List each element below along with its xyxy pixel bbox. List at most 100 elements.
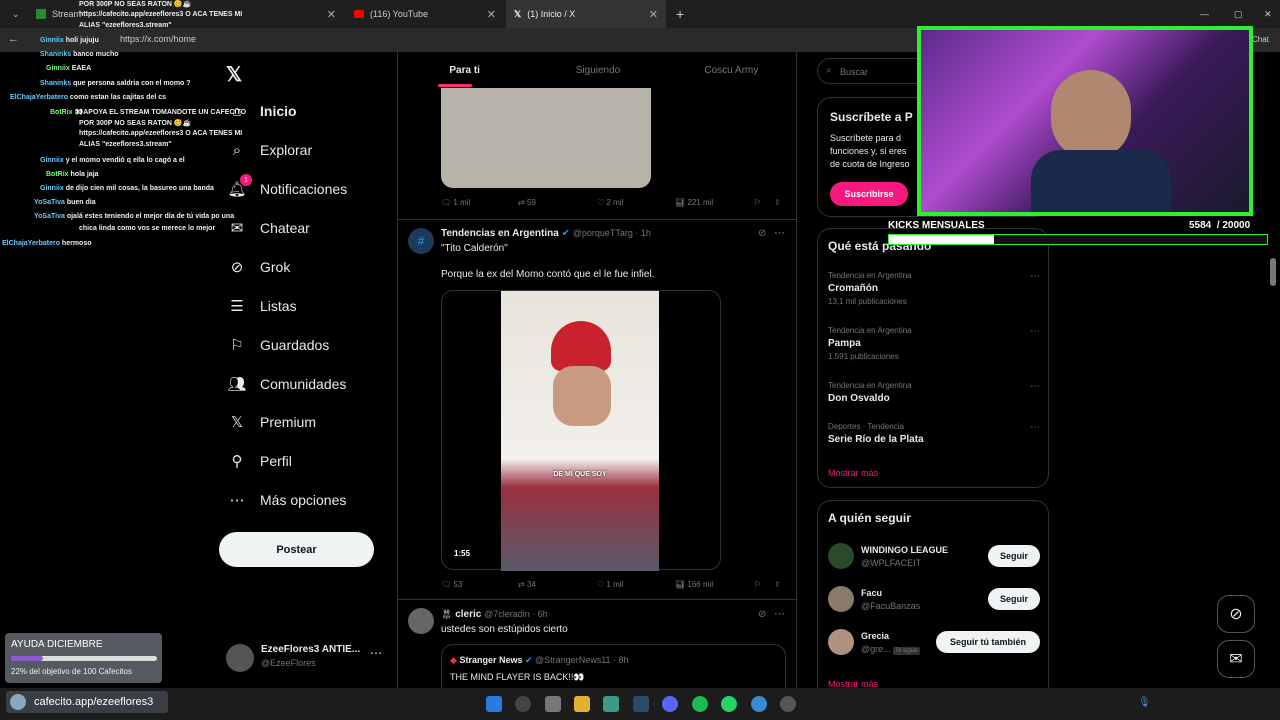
trend-item[interactable]: Tendencia en Argentina Pampa 1.591 publi… [828, 326, 1040, 361]
nav-item-comunidades[interactable]: 👥︎ Comunidades [227, 375, 346, 393]
microphone-icon[interactable]: 🎙︎ [1138, 697, 1151, 708]
trend-item[interactable]: Tendencia en Argentina Cromañón 13,1 mil… [828, 271, 1040, 306]
post-handle[interactable]: @7cleradin · 6h [484, 609, 548, 619]
spotify-icon[interactable] [692, 696, 708, 712]
chat-message: POR 300P NO SEAS RATON 😊☕ [79, 1, 192, 8]
search-icon[interactable] [515, 696, 531, 712]
repost-button[interactable]: ⇄ 34 [518, 580, 536, 589]
nav-item-premium[interactable]: 𝕏 Premium [228, 413, 316, 431]
chat-message: ALIAS "ezeeflores3.stream" [79, 141, 172, 148]
tab-x[interactable]: 𝕏 (1) Inicio / X ✕ [506, 0, 666, 28]
follow-button[interactable]: Seguir [988, 588, 1040, 610]
follow-handle: @gre... [861, 644, 891, 654]
nav-item-guardados[interactable]: ⚐ Guardados [228, 336, 329, 354]
nav-item-notificaciones[interactable]: 🔔︎ 1 Notificaciones [227, 174, 347, 198]
post-author[interactable]: Tendencias en Argentina [441, 228, 559, 239]
bookmark-icon[interactable]: ⚐ [754, 198, 761, 207]
window-close-button[interactable]: ✕ [1256, 0, 1276, 28]
like-button[interactable]: ♡ 1 mil [597, 580, 623, 589]
hashtag-avatar-icon[interactable]: # [408, 228, 434, 254]
nav-item-perfil[interactable]: ⚲ Perfil [228, 452, 292, 470]
close-icon[interactable]: ✕ [649, 8, 658, 21]
avatar[interactable] [408, 608, 434, 634]
grok-icon[interactable]: ⊘ [758, 609, 766, 620]
tab-youtube[interactable]: (116) YouTube ✕ [346, 0, 504, 28]
quoted-handle: @StrangerNews11 · 8h [535, 655, 629, 665]
share-icon[interactable]: ⇪ [774, 198, 781, 207]
close-icon[interactable]: ✕ [487, 8, 496, 21]
follow-button[interactable]: Seguir [988, 545, 1040, 567]
nav-item-mas-opciones[interactable]: ⋯ Más opciones [228, 491, 347, 509]
views-button[interactable]: 📊︎ 166 mil [675, 580, 713, 589]
repost-button[interactable]: ⇄ 59 [518, 198, 536, 207]
app-icon[interactable] [751, 696, 767, 712]
whatsapp-icon[interactable] [721, 696, 737, 712]
subscribe-button[interactable]: Suscribirse [830, 182, 908, 206]
goal-title: AYUDA DICIEMBRE [11, 639, 103, 650]
follow-item[interactable]: Grecia @gre... Te sigue Seguir tú tambié… [828, 629, 1040, 659]
close-icon[interactable]: ✕ [327, 8, 336, 21]
views-button[interactable]: 📊︎ 221 mil [675, 198, 713, 207]
more-icon[interactable]: ⋯ [774, 607, 785, 620]
post-video[interactable]: DE MÍ QUE SOY 1:55 [441, 290, 721, 571]
trend-item[interactable]: Tendencia en Argentina Don Osvaldo ⋯ [828, 381, 1040, 404]
more-icon[interactable]: ⋯ [774, 226, 785, 239]
tab-siguiendo[interactable]: Siguiendo [531, 52, 664, 88]
task-view-icon[interactable] [545, 696, 561, 712]
nav-item-explorar[interactable]: ⌕ Explorar [228, 141, 312, 159]
nav-item-chatear[interactable]: ✉ Chatear [228, 219, 310, 237]
tab-para-ti[interactable]: Para ti [398, 52, 531, 88]
follow-item[interactable]: Facu @FacuBanzas Seguir [828, 586, 1040, 616]
post-button[interactable]: Postear [219, 532, 374, 567]
minimize-button[interactable]: — [1192, 0, 1212, 28]
post-author[interactable]: cleric [455, 609, 481, 620]
url-field[interactable]: https://x.com/home [120, 34, 196, 44]
nav-label: Más opciones [260, 492, 347, 508]
discord-icon[interactable] [662, 696, 678, 712]
bookmark-icon[interactable]: ⚐ [754, 580, 761, 589]
account-switcher[interactable]: EzeeFlores3 ANTIE... @EzeeFlores ⋯ [226, 642, 396, 676]
back-arrow-icon[interactable]: ← [8, 33, 19, 45]
reply-button[interactable]: 🗨︎ 53 [441, 580, 462, 589]
more-icon[interactable]: ⋯ [1030, 271, 1040, 282]
more-icon[interactable]: ⋯ [1030, 422, 1040, 433]
obs-icon[interactable] [780, 696, 796, 712]
notification-badge: 1 [240, 174, 252, 186]
quoted-post[interactable]: ◆ Stranger News ✔ @StrangerNews11 · 8h T… [441, 644, 786, 688]
grok-icon[interactable]: ⊘ [758, 228, 766, 239]
maximize-button[interactable]: ▢ [1226, 0, 1246, 28]
nav-item-listas[interactable]: ☰ Listas [228, 297, 296, 315]
post-media-image[interactable] [441, 88, 651, 188]
avatar [828, 629, 854, 655]
trend-item[interactable]: Deportes · Tendencia Serie Río de la Pla… [828, 422, 1040, 445]
grok-float-icon[interactable]: ⊘ [1217, 595, 1255, 633]
like-button[interactable]: ♡ 2 mil [597, 198, 623, 207]
more-icon[interactable]: ⋯ [1030, 326, 1040, 337]
news-avatar-icon: ◆ [450, 655, 457, 665]
reply-button[interactable]: 🗨︎ 1 mil [441, 198, 470, 207]
more-icon[interactable]: ⋯ [1030, 381, 1040, 392]
tab-coscu-army[interactable]: Coscu Army [665, 52, 798, 88]
kicks-label: KICKS MENSUALES [888, 220, 985, 231]
share-icon[interactable]: ⇪ [774, 580, 781, 589]
list-icon: ☰ [230, 298, 244, 315]
more-icon[interactable]: ⋯ [370, 646, 382, 660]
windows-start-icon[interactable] [486, 696, 502, 712]
folder-icon[interactable] [574, 696, 590, 712]
bookmark-icon: ⚐ [230, 337, 244, 354]
browser-icon[interactable] [603, 696, 619, 712]
nav-item-grok[interactable]: ⊘ Grok [228, 258, 291, 276]
chat-button[interactable]: Chat [1252, 35, 1269, 44]
follow-item[interactable]: WINDINGO LEAGUE @WPLFACEIT Seguir [828, 543, 1040, 573]
show-more-link[interactable]: Mostrar más [828, 468, 878, 478]
tab-list-button[interactable]: ⌄ [4, 0, 24, 28]
steam-icon[interactable] [633, 696, 649, 712]
chat-line: YoSaTiva ojalá estes teniendo el mejor d… [34, 213, 234, 220]
x-logo-icon[interactable]: 𝕏 [226, 62, 242, 87]
scrollbar[interactable] [1270, 258, 1276, 286]
follow-back-button[interactable]: Seguir tú también [936, 631, 1040, 653]
post-handle[interactable]: @porqueTTarg · 1h [573, 228, 651, 238]
new-tab-button[interactable]: + [668, 0, 688, 28]
cafecito-icon [10, 694, 26, 710]
messages-float-icon[interactable]: ✉ [1217, 640, 1255, 678]
